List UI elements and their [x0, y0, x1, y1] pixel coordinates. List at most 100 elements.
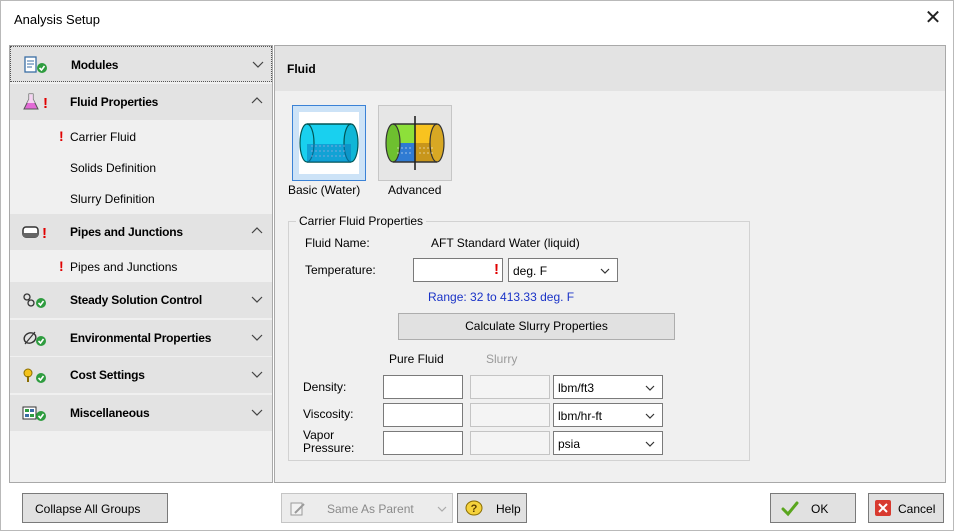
- button-label: Help: [496, 502, 521, 516]
- group-fluid-properties[interactable]: ! Fluid Properties: [10, 84, 272, 120]
- temperature-input[interactable]: !: [413, 258, 503, 282]
- sidebar-item-label: Carrier Fluid: [70, 130, 137, 144]
- density-pure-input[interactable]: [383, 375, 463, 399]
- pipe-icon: !: [22, 225, 47, 241]
- fluid-option-advanced[interactable]: [378, 105, 452, 181]
- group-label: Steady Solution Control: [70, 293, 203, 307]
- group-environmental-properties[interactable]: Environmental Properties: [10, 320, 272, 356]
- water-pipe-icon: [299, 112, 359, 174]
- modules-icon: [24, 56, 47, 73]
- cost-icon: [23, 368, 46, 383]
- temperature-unit-value: deg. F: [513, 264, 548, 278]
- chevron-down-icon: [252, 61, 264, 68]
- vapor-pressure-slurry-input: [470, 431, 550, 455]
- warning-icon: !: [43, 95, 48, 111]
- group-label: Pipes and Junctions: [70, 225, 183, 239]
- vapor-pressure-pure-input[interactable]: [383, 431, 463, 455]
- sidebar-item-label: Pipes and Junctions: [70, 260, 178, 274]
- chevron-up-icon: [251, 97, 263, 104]
- group-label: Miscellaneous: [70, 406, 150, 420]
- viscosity-unit-select[interactable]: lbm/hr-ft: [553, 403, 663, 427]
- chevron-down-icon: [600, 268, 610, 274]
- temperature-range-text: Range: 32 to 413.33 deg. F: [428, 290, 575, 304]
- sidebar-item-label: Slurry Definition: [70, 192, 155, 206]
- group-legend: Carrier Fluid Properties: [296, 214, 427, 228]
- chevron-up-icon: [251, 227, 263, 234]
- warning-icon: !: [59, 128, 64, 144]
- button-label: Collapse All Groups: [35, 502, 141, 516]
- sidebar-item-carrier-fluid[interactable]: ! Carrier Fluid: [10, 121, 272, 152]
- carrier-fluid-properties-group: Carrier Fluid Properties Fluid Name: AFT…: [288, 214, 750, 461]
- sidebar-item-label: Solids Definition: [70, 161, 157, 175]
- sidebar: Modules ! Fluid Properties ! Carrier Flu…: [9, 45, 273, 483]
- solution-control-icon: [23, 293, 46, 308]
- svg-text:?: ?: [471, 503, 478, 515]
- density-slurry-input: [470, 375, 550, 399]
- panel-title: Fluid: [287, 62, 316, 76]
- group-steady-solution-control[interactable]: Steady Solution Control: [10, 282, 272, 318]
- group-miscellaneous[interactable]: Miscellaneous: [10, 395, 272, 431]
- temperature-unit-select[interactable]: deg. F: [508, 258, 618, 282]
- same-as-parent-button: Same As Parent: [281, 493, 453, 523]
- chevron-down-icon: [645, 441, 655, 447]
- advanced-pipe-icon: [385, 116, 445, 170]
- fluid-name-value: AFT Standard Water (liquid): [431, 236, 580, 250]
- viscosity-label: Viscosity:: [303, 407, 354, 421]
- slurry-column-header: Slurry: [486, 352, 518, 366]
- cancel-icon: [875, 500, 891, 516]
- sidebar-item-slurry-definition[interactable]: Slurry Definition: [10, 183, 272, 214]
- chevron-down-icon: [251, 371, 263, 378]
- flask-icon: !: [23, 93, 48, 111]
- chevron-down-icon: [251, 409, 263, 416]
- pure-fluid-column-header: Pure Fluid: [389, 352, 444, 366]
- cancel-button[interactable]: Cancel: [868, 493, 944, 523]
- content-panel: Fluid Basic (Water) Advanced Carrier Flu…: [274, 45, 946, 483]
- warning-icon: !: [494, 261, 499, 278]
- vapor-pressure-unit-select[interactable]: psia: [553, 431, 663, 455]
- temperature-label: Temperature:: [305, 263, 376, 277]
- sidebar-item-pipes-and-junctions[interactable]: ! Pipes and Junctions: [10, 251, 272, 282]
- help-button[interactable]: ? Help: [457, 493, 527, 523]
- checkmark-icon: [781, 501, 799, 517]
- group-modules[interactable]: Modules: [10, 46, 272, 82]
- density-unit-value: lbm/ft3: [558, 381, 595, 395]
- group-cost-settings[interactable]: Cost Settings: [10, 357, 272, 393]
- button-label: Cancel: [898, 502, 936, 516]
- viscosity-unit-value: lbm/hr-ft: [558, 409, 603, 423]
- ok-button[interactable]: OK: [770, 493, 856, 523]
- fluid-option-label: Basic (Water): [288, 183, 361, 197]
- fluid-option-basic-water[interactable]: [292, 105, 366, 181]
- warning-icon: !: [42, 225, 47, 241]
- group-label: Cost Settings: [70, 368, 145, 382]
- chevron-down-icon: [437, 506, 447, 512]
- chevron-down-icon: [645, 385, 655, 391]
- edit-icon: [290, 502, 305, 516]
- window-title: Analysis Setup: [14, 12, 100, 27]
- close-icon[interactable]: ✕: [921, 7, 945, 31]
- viscosity-pure-input[interactable]: [383, 403, 463, 427]
- help-icon: ?: [465, 500, 483, 516]
- chevron-down-icon: [251, 334, 263, 341]
- misc-icon: [22, 406, 46, 421]
- viscosity-slurry-input: [470, 403, 550, 427]
- environment-icon: [23, 331, 46, 346]
- group-label: Fluid Properties: [70, 95, 159, 109]
- fluid-name-label: Fluid Name:: [305, 236, 370, 250]
- button-label: OK: [811, 502, 829, 516]
- content-header: Fluid: [275, 46, 945, 91]
- title-bar: Analysis Setup ✕: [1, 1, 953, 37]
- analysis-setup-window: Analysis Setup ✕ Modules ! Fluid Propert…: [0, 0, 954, 531]
- button-label: Same As Parent: [327, 502, 414, 516]
- group-pipes-and-junctions[interactable]: ! Pipes and Junctions: [10, 214, 272, 250]
- vapor-pressure-label: Vapor Pressure:: [303, 428, 355, 455]
- vapor-pressure-unit-value: psia: [558, 437, 581, 451]
- density-label: Density:: [303, 380, 347, 394]
- chevron-down-icon: [645, 413, 655, 419]
- group-label: Modules: [71, 58, 119, 72]
- sidebar-item-solids-definition[interactable]: Solids Definition: [10, 152, 272, 183]
- density-unit-select[interactable]: lbm/ft3: [553, 375, 663, 399]
- fluid-option-label: Advanced: [388, 183, 442, 197]
- calculate-slurry-properties-button[interactable]: Calculate Slurry Properties: [398, 313, 675, 340]
- collapse-all-groups-button[interactable]: Collapse All Groups: [22, 493, 168, 523]
- warning-icon: !: [59, 258, 64, 274]
